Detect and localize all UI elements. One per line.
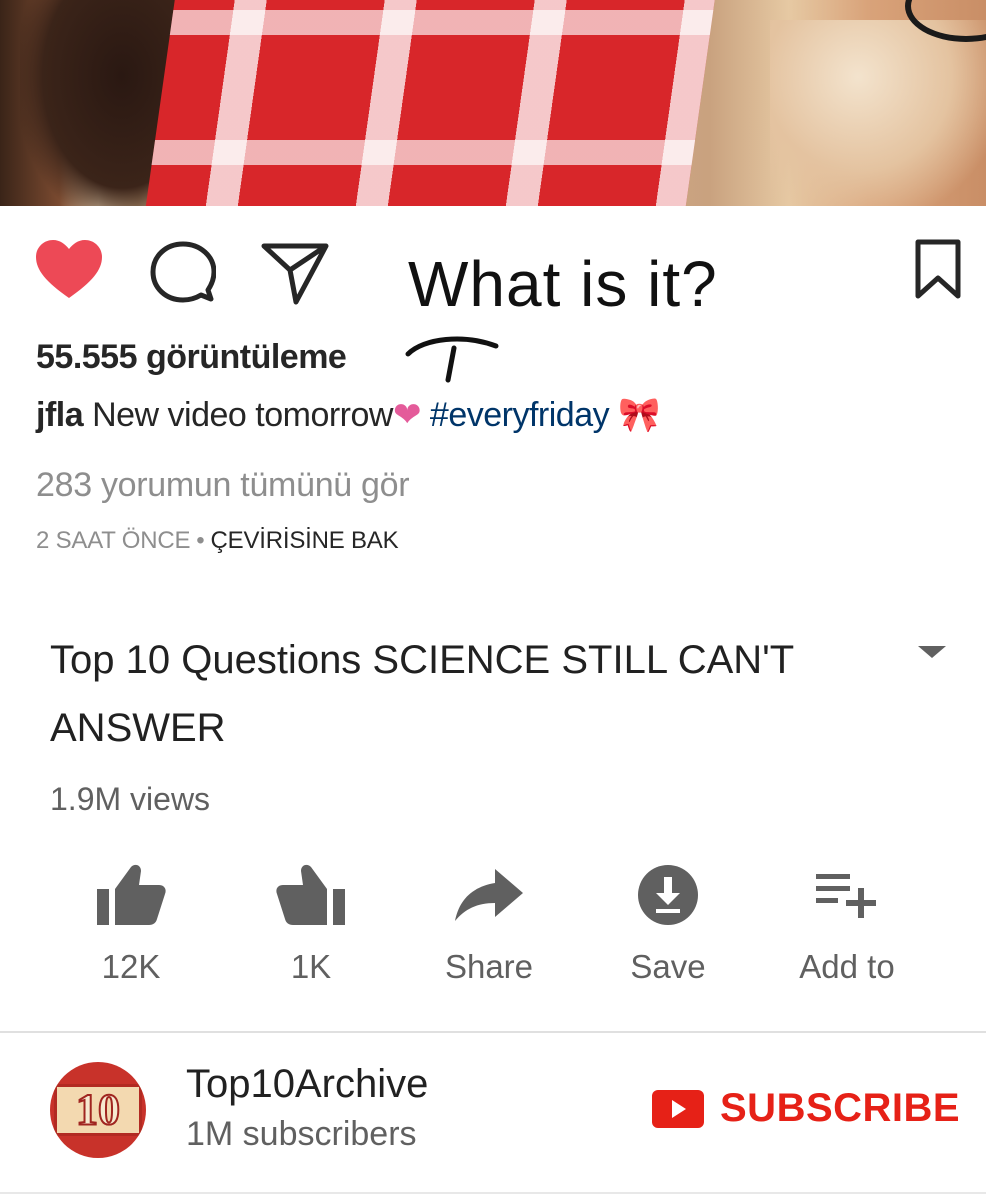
- photo-background-light: [770, 20, 986, 206]
- like-count: 12K: [101, 948, 161, 985]
- ribbon-emoji: 🎀: [618, 396, 660, 434]
- subscribe-label: SUBSCRIBE: [720, 1086, 961, 1130]
- comment-icon[interactable]: [150, 240, 217, 309]
- save-button[interactable]: Save: [583, 860, 753, 986]
- annotation-mark: [405, 336, 499, 383]
- playlist-add-icon: [762, 860, 932, 930]
- post-timestamp: 2 SAAT ÖNCE: [36, 527, 191, 554]
- bottom-divider: [0, 1192, 986, 1194]
- dislike-button[interactable]: 1K: [226, 860, 396, 986]
- share-label: Share: [444, 948, 534, 985]
- thumbs-down-icon: [226, 860, 396, 930]
- download-icon: [583, 860, 753, 930]
- channel-name[interactable]: Top10Archive: [186, 1062, 428, 1107]
- add-to-playlist-button[interactable]: Add to: [762, 860, 932, 986]
- video-title: Top 10 Questions SCIENCE STILL CAN'T ANS…: [50, 638, 794, 750]
- youtube-play-icon: [652, 1089, 704, 1128]
- photo-plaid-shirt: [143, 0, 717, 206]
- caption-hashtag[interactable]: #everyfriday: [430, 396, 610, 434]
- like-button[interactable]: 12K: [46, 860, 216, 986]
- section-divider: [0, 1031, 986, 1033]
- thumbs-up-icon: [46, 860, 216, 930]
- save-label: Save: [630, 948, 706, 985]
- channel-avatar[interactable]: 10: [50, 1062, 146, 1158]
- handwritten-annotation: What is it?: [408, 248, 718, 320]
- post-caption: jfla New video tomorrow❤ #everyfriday 🎀: [36, 395, 660, 435]
- add-to-label: Add to: [799, 948, 895, 985]
- post-meta: 2 SAAT ÖNCE • ÇEVİRİSİNE BAK: [36, 527, 399, 555]
- share-button[interactable]: Share: [404, 860, 574, 986]
- pink-heart-emoji: ❤: [392, 396, 422, 434]
- post-photo[interactable]: [0, 0, 986, 206]
- caption-text: New video tomorrow: [83, 396, 393, 434]
- view-all-comments-link[interactable]: 283 yorumun tümünü gör: [36, 466, 410, 505]
- share-direct-icon[interactable]: [260, 240, 330, 311]
- video-views: 1.9M views: [50, 781, 211, 817]
- meta-separator: •: [196, 527, 205, 554]
- channel-logo-text: 10: [54, 1084, 142, 1136]
- like-heart-icon[interactable]: [34, 238, 104, 307]
- share-arrow-icon: [404, 860, 574, 930]
- subscriber-count: 1M subscribers: [186, 1115, 417, 1153]
- caption-username[interactable]: jfla: [36, 396, 84, 434]
- expand-description-icon[interactable]: [918, 646, 946, 658]
- subscribe-button[interactable]: SUBSCRIBE: [652, 1086, 960, 1131]
- see-translation-link[interactable]: ÇEVİRİSİNE BAK: [211, 527, 399, 554]
- view-count: 55.555 görüntüleme: [36, 338, 347, 376]
- bookmark-icon[interactable]: [914, 238, 962, 305]
- dislike-count: 1K: [290, 948, 332, 985]
